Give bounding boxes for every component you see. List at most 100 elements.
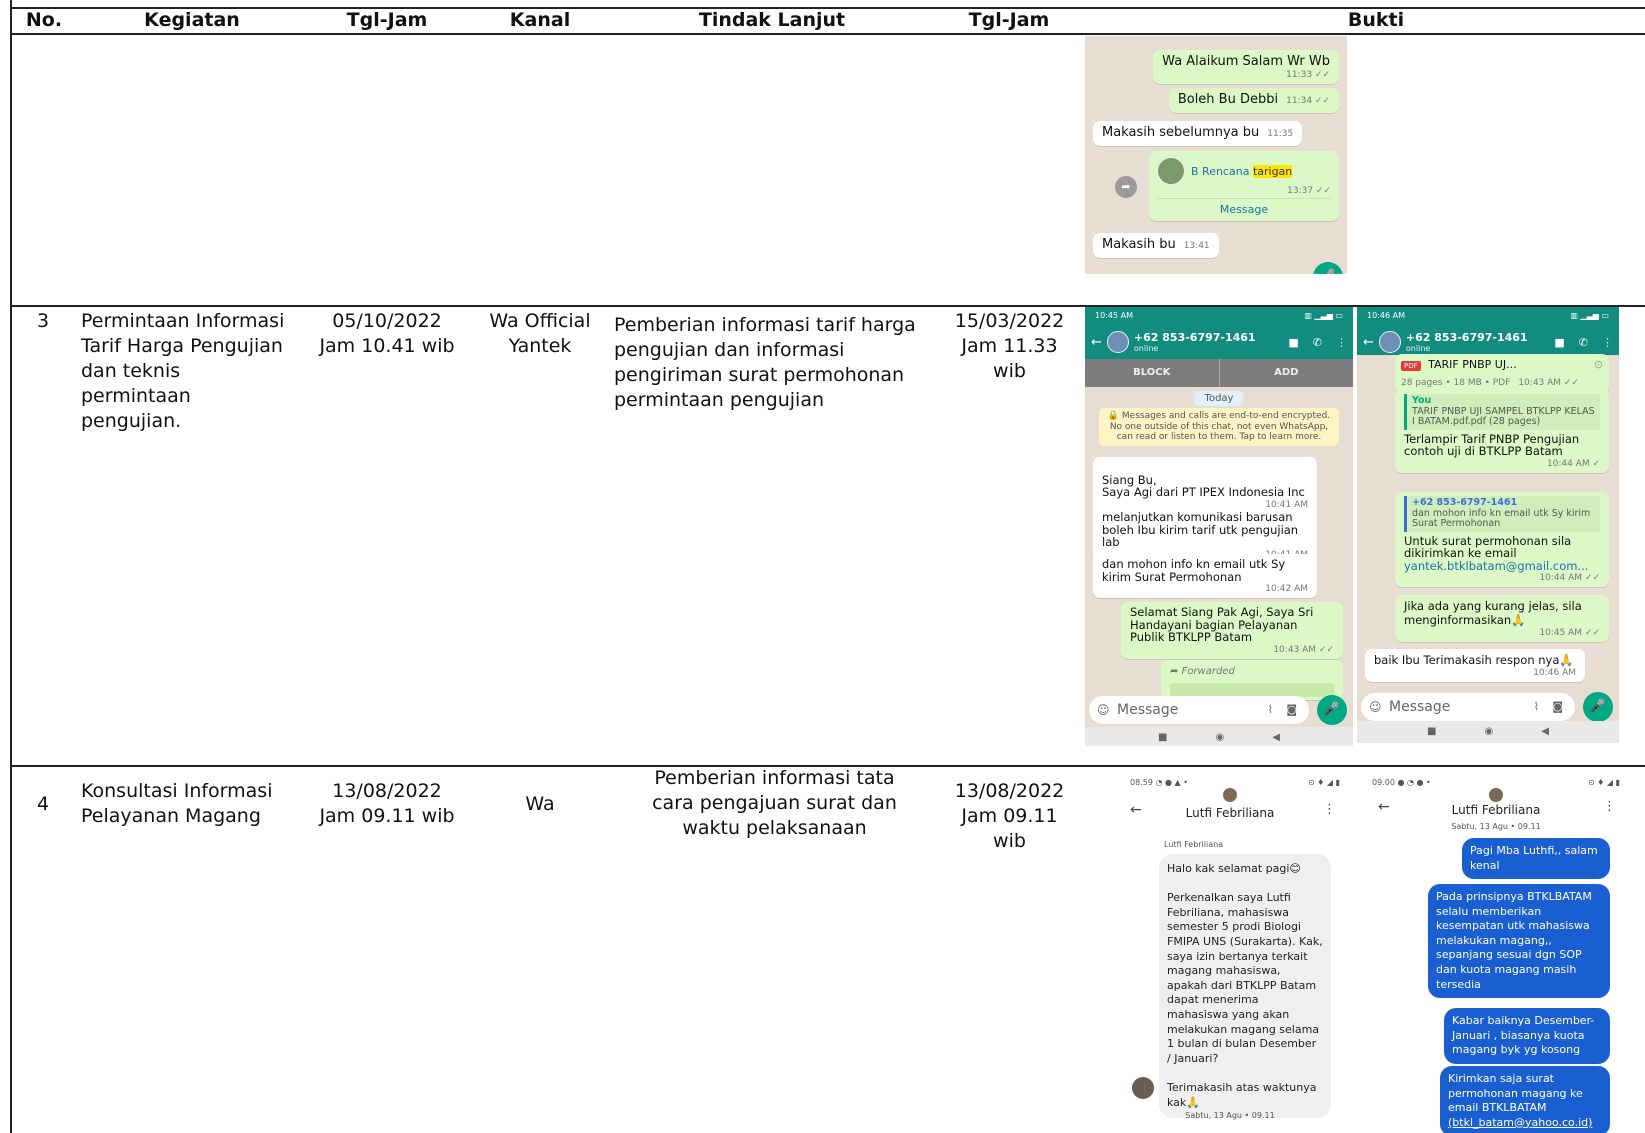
contact-name: Lutfi Febriliana [1451,803,1541,817]
avatar[interactable] [1223,788,1237,802]
outgoing-message: Kabar baiknya Desember-Januari , biasany… [1444,1008,1610,1064]
block-button[interactable]: BLOCK [1085,359,1220,387]
forwarded-bubble: ➦ Forwarded [1161,660,1343,700]
download-icon[interactable]: ⊙ [1594,357,1603,372]
row-4-tindak-lanjut: Pemberian informasi tata cara pengajuan … [652,767,897,839]
avatar[interactable] [1378,331,1401,353]
header-kanal: Kanal [509,9,571,31]
whatsapp-screenshot-1: 10:45 AM ▥ ▁▃▅ ▭ ← +62 853-6797-1461 onli… [1085,307,1353,746]
more-options-icon[interactable]: ⋮ [1336,336,1347,349]
row-3-tindak-lanjut: Pemberian informasi tarif harga pengujia… [614,314,916,411]
more-options-icon[interactable]: ⋮ [1323,802,1336,817]
avatar[interactable] [1489,788,1503,802]
attach-icon[interactable]: ⌇ [1268,696,1273,724]
reply-bubble: +62 853-6797-1461 dan mohon info kn emai… [1395,492,1609,587]
back-arrow-icon[interactable]: ← [1363,335,1374,350]
contact-avatar [1157,157,1185,185]
table-header: No. Kegiatan Tgl-Jam Kanal Tindak Lanjut… [12,8,1645,34]
recents-icon[interactable]: ■ [1427,721,1436,743]
whatsapp-screenshot-2: 10:46 AM ▥ ▁▃▅ ▭ ← +62 853-6797-1461 onli… [1357,307,1619,743]
chat-header: 10:45 AM ▥ ▁▃▅ ▭ ← +62 853-6797-1461 onli… [1085,307,1353,387]
pdf-attachment[interactable]: PDF TARIF PNBP UJ... ⊙ 28 pages • 18 MB … [1395,354,1609,394]
row-4-no: 4 [36,793,50,815]
home-icon[interactable]: ◉ [1216,727,1225,746]
phone-icon[interactable]: ✆ [1313,336,1322,349]
row-3-tanggal: 05/10/2022 Jam 10.41 wib [319,310,455,357]
data-table: No. Kegiatan Tgl-Jam Kanal Tindak Lanjut… [10,0,1645,1133]
row-4-tanggal: 13/08/2022 Jam 09.11 wib [319,780,455,827]
highlighted-text: tarigan [1252,164,1293,178]
forward-icon[interactable]: ➦ [1115,176,1137,198]
outgoing-message: Kirimkan saja surat permohonan magang ke… [1440,1066,1610,1133]
row-3-kegiatan: Permintaan Informasi Tarif Harga Penguji… [81,310,285,432]
video-call-icon[interactable]: ■ [1288,336,1298,349]
chat-bubble-in: dan mohon info kn email utk Sy kirim Sur… [1093,554,1317,598]
more-options-icon[interactable]: ⋮ [1602,336,1613,349]
header-kegiatan: Kegiatan [144,9,240,31]
phone-icon[interactable]: ✆ [1579,336,1588,349]
add-button[interactable]: ADD [1220,359,1354,387]
contact-card[interactable]: B Rencana tarigan 13:37 ✓✓ Message [1149,151,1339,221]
mic-icon[interactable]: 🎤 [1317,695,1347,725]
sms-screenshot-1: 08.59 ◔ ● ▲ • ⊙ ♦ ◢ ▮ ← Lutfi Febriliana… [1112,770,1348,1133]
recents-icon[interactable]: ■ [1158,727,1167,746]
android-nav-bar: ■ ◉ ◀ [1357,721,1619,743]
emoji-icon[interactable]: ☺ [1369,693,1382,721]
forward-icon: ➦ [1170,666,1182,677]
message-input[interactable]: ☺ Message ⌇ ◙ [1089,696,1309,724]
incoming-message: Halo kak selamat pagi😊 Perkenalkan saya … [1159,854,1331,1119]
back-icon[interactable]: ◀ [1541,721,1549,743]
chat-bubble-in: Makasih bu 13:41 [1093,233,1219,258]
mic-icon[interactable]: 🎤 [1313,262,1343,274]
email-link[interactable]: (btkl_batam@yahoo.co.id) [1448,1116,1602,1131]
signal-battery-icon: ▥ ▁▃▅ ▭ [1304,311,1343,320]
chat-bubble-in: baik Ibu Terimakasih respon nya🙏 10:46 A… [1365,649,1585,682]
video-call-icon[interactable]: ■ [1554,336,1564,349]
pdf-icon: PDF [1401,361,1421,371]
row-4-kegiatan: Konsultasi Informasi Pelayanan Magang [81,780,273,827]
chat-bubble-out: Boleh Bu Debbi 11:34 ✓✓ [1168,88,1339,113]
row-3-kanal: Wa Official Yantek [489,310,591,357]
signal-battery-icon: ⊙ ♦ ◢ ▮ [1307,778,1340,787]
email-link[interactable]: yantek.btklbatam@gmail.com... [1404,559,1600,573]
chat-header: 10:46 AM ▥ ▁▃▅ ▭ ← +62 853-6797-1461 onli… [1357,307,1619,355]
quoted-message[interactable]: +62 853-6797-1461 dan mohon info kn emai… [1404,496,1600,532]
quoted-message[interactable]: You TARIF PNBP UJI SAMPEL BTKLPP KELAS I… [1404,394,1600,430]
outgoing-message: Pada prinsipnya BTKLBATAM selalu memberi… [1428,884,1610,999]
outgoing-message: Pagi Mba Luthfi,, salam kenal [1462,838,1610,880]
camera-icon[interactable]: ◙ [1286,696,1297,724]
camera-icon[interactable]: ◙ [1552,693,1563,721]
contact-message-button[interactable]: Message [1157,198,1331,217]
header-tgl-jam-2: Tgl-Jam [968,9,1050,31]
attach-icon[interactable]: ⌇ [1534,693,1539,721]
avatar[interactable] [1106,331,1129,353]
android-nav-bar: ■ ◉ ◀ [1085,727,1353,746]
more-options-icon[interactable]: ⋮ [1603,799,1616,814]
row-3-tanggal-2: 15/03/2022 Jam 11.33 wib [954,310,1065,382]
header-bukti: Bukti [1347,9,1405,31]
chat-bubble-in: Makasih sebelumnya bu 11:35 [1093,121,1303,146]
header-tgl-jam: Tgl-Jam [346,9,428,31]
chat-bubble-out: Wa Alaikum Salam Wr Wb 11:33 ✓✓ [1153,50,1339,84]
row-4-tanggal-2: 13/08/2022 Jam 09.11 wib [954,780,1065,852]
back-icon[interactable]: ◀ [1272,727,1280,746]
message-input[interactable]: ☺ Message ⌇ ◙ [1361,693,1575,721]
encryption-notice[interactable]: 🔒 Messages and calls are end-to-end encr… [1099,408,1339,446]
header-no: No. [25,9,63,31]
home-icon[interactable]: ◉ [1485,721,1494,743]
row-4-kanal: Wa [525,793,555,815]
sender-avatar [1132,1077,1154,1099]
sms-screenshot-2: 09.00 ● ◔ ● • ⊙ ♦ ◢ ▮ ← Lutfi Febriliana… [1362,770,1630,1133]
back-arrow-icon[interactable]: ← [1091,335,1102,350]
signal-battery-icon: ▥ ▁▃▅ ▭ [1570,311,1609,320]
emoji-icon[interactable]: ☺ [1097,696,1110,724]
chat-bubble-out: Selamat Siang Pak Agi, Saya Sri Handayan… [1121,602,1343,659]
row-3-no: 3 [36,310,50,332]
attachment-preview [1170,683,1334,697]
chat-bubble-out: Jika ada yang kurang jelas, sila menginf… [1395,595,1609,642]
chat-screenshot-continued: Wa Alaikum Salam Wr Wb 11:33 ✓✓ Boleh Bu… [1085,36,1347,274]
mic-icon[interactable]: 🎤 [1583,692,1613,722]
header-tindak-lanjut: Tindak Lanjut [698,9,846,31]
signal-battery-icon: ⊙ ♦ ◢ ▮ [1587,778,1620,787]
contact-name: Lutfi Febriliana [1185,806,1275,820]
